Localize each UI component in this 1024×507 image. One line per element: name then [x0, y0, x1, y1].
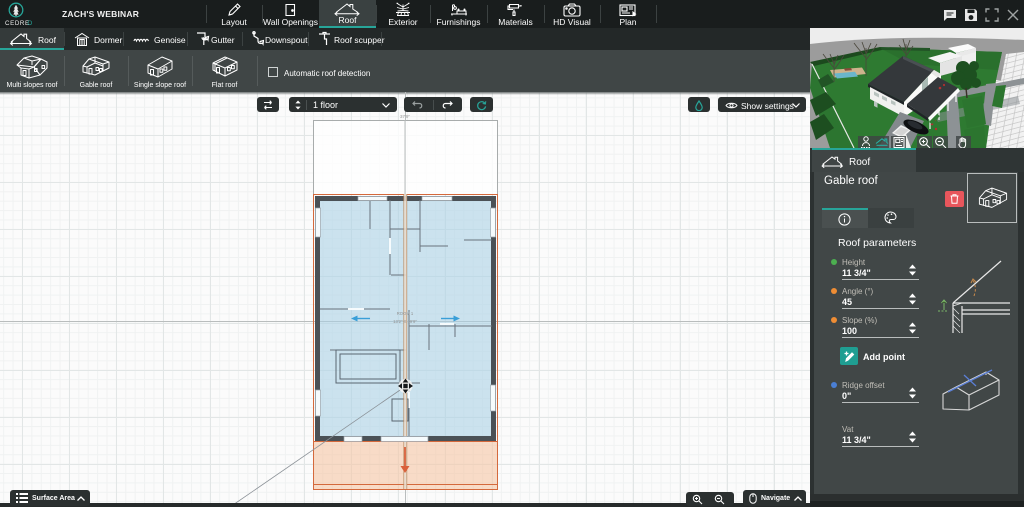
svg-text:ROOM 1: ROOM 1: [397, 311, 414, 316]
svg-text:37'9": 37'9": [400, 114, 410, 119]
svg-text:O: O: [27, 20, 32, 27]
svg-text:CEDRE: CEDRE: [5, 20, 30, 27]
svg-text:13'2" X 19'9": 13'2" X 19'9": [393, 319, 417, 324]
